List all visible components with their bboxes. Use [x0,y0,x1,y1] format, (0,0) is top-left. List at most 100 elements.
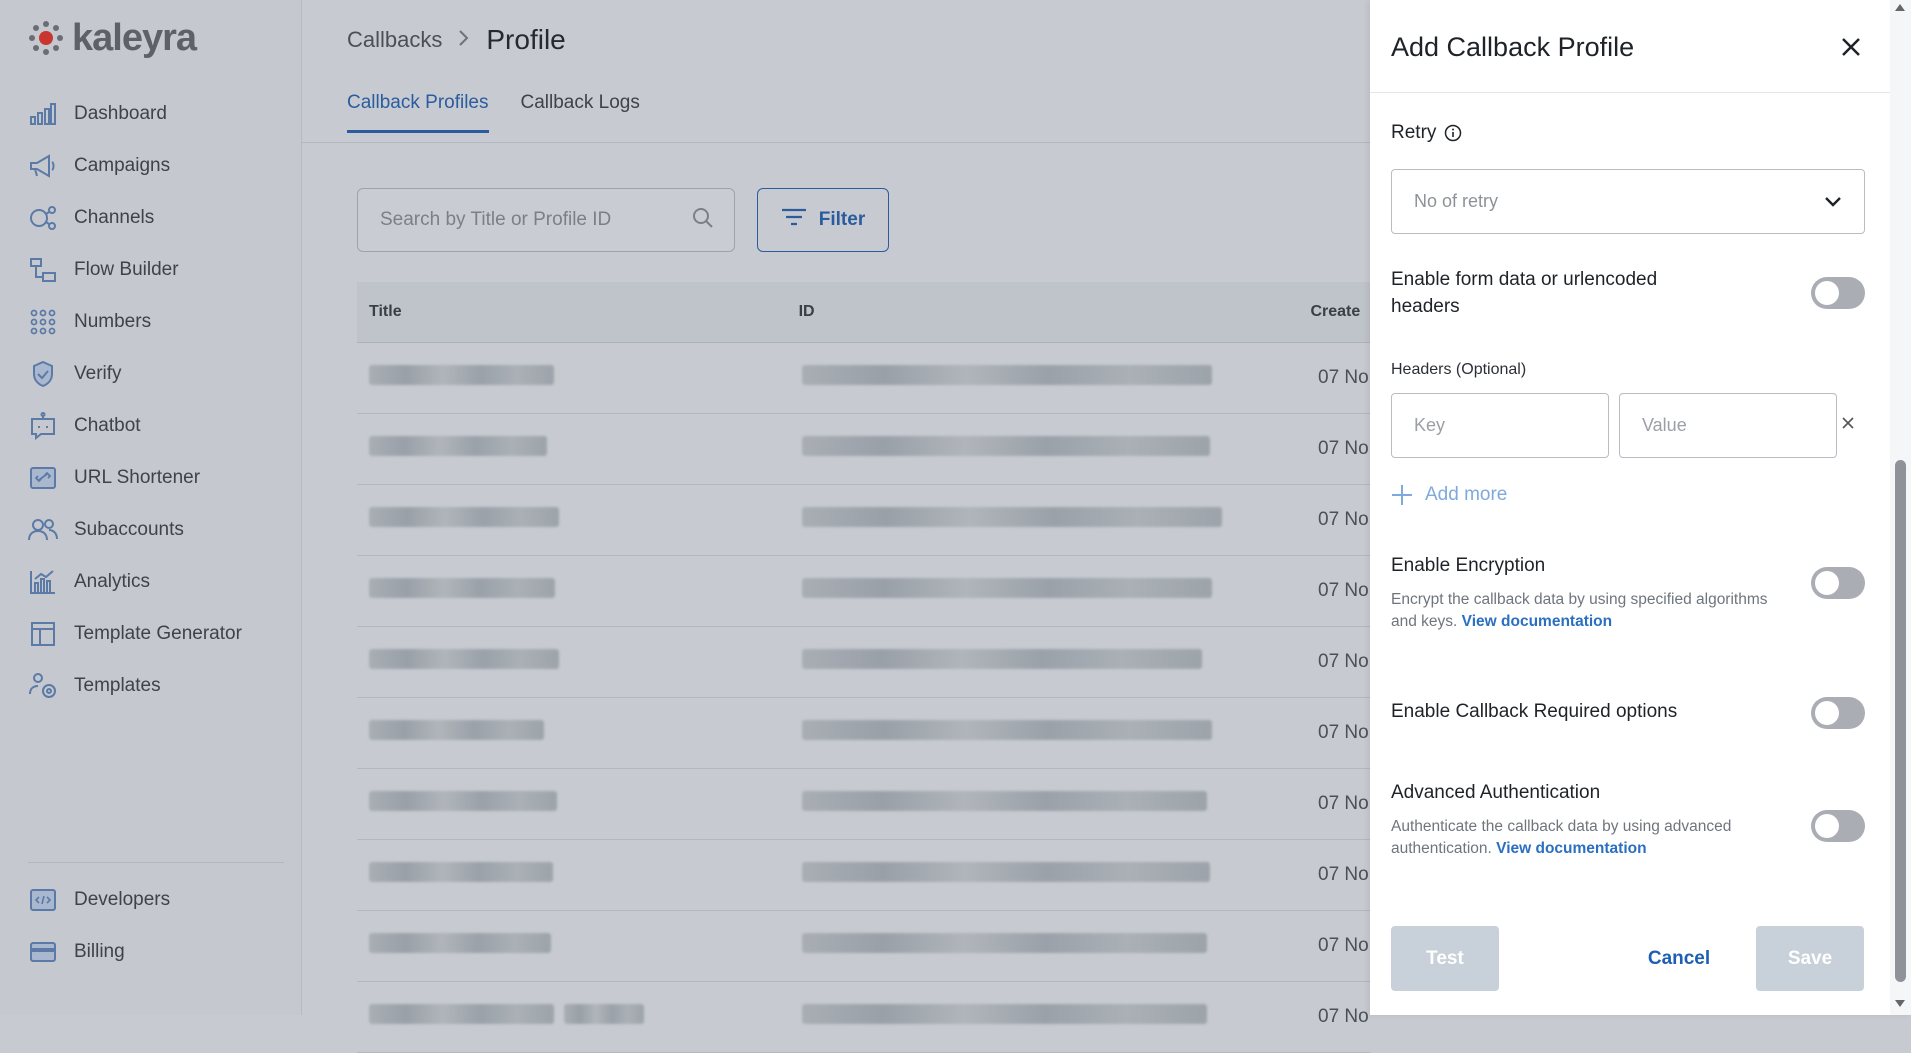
created-date: 07 No [1318,580,1369,601]
sidebar-item-label: Billing [74,941,125,962]
created-date: 07 No [1318,864,1369,885]
add-more-label: Add more [1425,484,1508,505]
close-icon [1842,417,1854,429]
credit-card-icon [28,937,58,967]
sidebar-item-subaccounts[interactable]: Subaccounts [28,504,288,556]
advanced-auth-description: Authenticate the callback data by using … [1391,816,1731,860]
encryption-desc-line1: Encrypt the callback data by using speci… [1391,591,1768,608]
sidebar-item-numbers[interactable]: Numbers [28,296,288,348]
tabs-divider [302,142,1370,143]
cancel-button[interactable]: Cancel [1630,926,1728,991]
retry-select[interactable]: No of retry [1391,169,1865,234]
encryption-label: Enable Encryption [1391,555,1546,576]
search-icon[interactable] [692,207,714,234]
sidebar-item-label: Campaigns [74,155,171,176]
retry-select-placeholder: No of retry [1414,191,1499,211]
column-header-id[interactable]: ID [799,303,1311,321]
redacted-id [802,862,1318,888]
redacted-title [357,1004,802,1030]
users-icon [28,515,58,545]
form-data-label-line1: Enable form data or urlencoded [1391,269,1658,290]
column-header-title[interactable]: Title [357,303,799,321]
headers-label: Headers (Optional) [1391,361,1527,378]
sidebar-bottom-nav: Developers Billing [28,874,288,978]
info-icon[interactable] [1444,124,1462,142]
header-key-input[interactable] [1412,414,1588,437]
sidebar-item-flow-builder[interactable]: Flow Builder [28,244,288,296]
redacted-title [357,791,802,817]
table-row[interactable]: 07 No [357,840,1370,911]
close-button[interactable] [1836,32,1866,62]
created-date: 07 No [1318,722,1369,743]
sidebar-item-verify[interactable]: Verify [28,348,288,400]
brand-logo[interactable]: kaleyra [28,17,197,59]
plus-icon [1392,485,1412,505]
add-more-button[interactable]: Add more [1391,484,1507,506]
sidebar-item-developers[interactable]: Developers [28,874,288,926]
table-row[interactable]: 07 No [357,911,1370,982]
sidebar-item-templates[interactable]: Templates [28,660,288,712]
search-box [357,188,735,252]
table-row[interactable]: 07 No [357,414,1370,485]
redacted-title [357,720,802,746]
form-data-toggle[interactable] [1811,277,1865,309]
search-input[interactable] [378,208,692,232]
column-header-created[interactable]: Create [1310,303,1370,321]
advanced-auth-docs-link[interactable]: View documentation [1496,840,1646,857]
sidebar-item-campaigns[interactable]: Campaigns [28,140,288,192]
table-header: Title ID Create [357,282,1370,343]
sidebar-item-label: Numbers [74,311,152,332]
scrollbar-thumb[interactable] [1895,460,1906,982]
redacted-id [802,578,1318,604]
table-row[interactable]: 07 No [357,485,1370,556]
redacted-title [357,933,802,959]
header-value-input[interactable] [1640,414,1816,437]
sidebar-item-billing[interactable]: Billing [28,926,288,978]
sidebar-item-label: Chatbot [74,415,141,436]
breadcrumb: Callbacks Profile [347,24,566,56]
flow-builder-icon [28,255,58,285]
redacted-title [357,578,802,604]
redacted-title [357,862,802,888]
tabs: Callback Profiles Callback Logs [347,92,640,133]
table-row[interactable]: 07 No [357,343,1370,414]
sidebar-item-dashboard[interactable]: Dashboard [28,88,288,140]
redacted-id [802,649,1318,675]
sidebar-item-label: Subaccounts [74,519,184,540]
encryption-docs-link[interactable]: View documentation [1462,613,1612,630]
encryption-toggle[interactable] [1811,567,1865,599]
remove-header-button[interactable] [1838,413,1858,433]
callback-required-label: Enable Callback Required options [1391,701,1678,722]
save-button[interactable]: Save [1756,926,1864,991]
tab-callback-logs[interactable]: Callback Logs [521,92,640,133]
table-row[interactable]: 07 No [357,982,1370,1053]
sidebar-item-channels[interactable]: Channels [28,192,288,244]
sidebar-item-template-generator[interactable]: Template Generator [28,608,288,660]
test-button[interactable]: Test [1391,926,1499,991]
table-row[interactable]: 07 No [357,627,1370,698]
drawer-scrollbar[interactable] [1890,0,1911,1015]
callback-required-toggle[interactable] [1811,697,1865,729]
redacted-id [802,933,1318,959]
redacted-title [357,507,802,533]
created-date: 07 No [1318,935,1369,956]
scroll-up-arrow-icon[interactable] [1895,4,1905,11]
page-title: Profile [486,24,566,55]
redacted-id [802,365,1318,391]
form-data-label: Enable form data or urlencoded headers [1391,266,1657,320]
filter-button[interactable]: Filter [757,188,889,252]
drawer-header: Add Callback Profile [1370,0,1911,93]
table-row[interactable]: 07 No [357,769,1370,840]
sidebar-item-chatbot[interactable]: Chatbot [28,400,288,452]
tab-callback-profiles[interactable]: Callback Profiles [347,92,489,133]
advanced-auth-toggle[interactable] [1811,810,1865,842]
kaleyra-logo-icon [29,21,63,55]
created-date: 07 No [1318,793,1369,814]
table-row[interactable]: 07 No [357,698,1370,769]
form-data-label-line2: headers [1391,296,1460,317]
sidebar-item-analytics[interactable]: Analytics [28,556,288,608]
breadcrumb-parent[interactable]: Callbacks [347,27,442,53]
sidebar-item-url-shortener[interactable]: URL Shortener [28,452,288,504]
table-row[interactable]: 07 No [357,556,1370,627]
scroll-down-arrow-icon[interactable] [1895,1000,1905,1007]
